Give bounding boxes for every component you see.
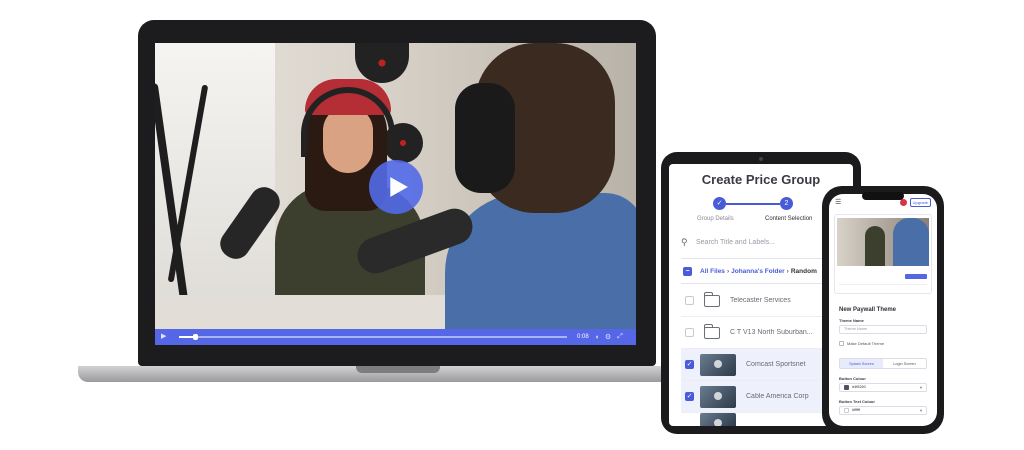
- row-label: Comcast Sportsnet: [746, 361, 806, 368]
- folder-icon: [703, 291, 720, 307]
- chevron-down-icon: ▼: [919, 385, 923, 390]
- button-colour-value: #4f5260: [852, 385, 866, 389]
- theme-name-input[interactable]: Theme Name: [839, 325, 927, 334]
- seek-handle[interactable]: [192, 334, 198, 340]
- breadcrumb-current: Random: [790, 267, 817, 275]
- row-checkbox[interactable]: [685, 328, 694, 337]
- breadcrumb-separator: ›: [786, 267, 789, 275]
- fullscreen-icon[interactable]: ⤢: [617, 333, 623, 341]
- play-icon[interactable]: ▶: [161, 333, 169, 341]
- device-mockup-stage: ▶ 0:08 ◖ ⚙ ⤢ Create Price Group ✓ 2 Grou…: [0, 0, 1024, 450]
- search-icon: ⚲: [681, 237, 688, 247]
- phone-notch: [862, 192, 904, 200]
- theme-name-label: Theme Name: [839, 318, 864, 323]
- step-2-indicator[interactable]: 2: [780, 197, 793, 210]
- hamburger-menu-icon[interactable]: ☰: [835, 198, 841, 206]
- button-colour-label: Button Colour: [839, 376, 866, 381]
- guest-headset: [455, 83, 515, 193]
- row-checkbox[interactable]: ✓: [685, 392, 694, 401]
- row-label: Telecaster Services: [730, 297, 791, 304]
- host-person-body: [865, 226, 885, 266]
- select-all-checkbox[interactable]: −: [683, 266, 692, 276]
- upgrade-button[interactable]: Upgrade: [909, 197, 931, 207]
- stepper-connector: [726, 203, 780, 205]
- step-1-label: Group Details: [697, 216, 734, 222]
- breadcrumb-folder[interactable]: Johanna's Folder: [731, 268, 785, 275]
- divider: [839, 284, 927, 285]
- button-colour-picker[interactable]: #4f5260 ▼: [839, 383, 927, 392]
- row-label: Cable America Corp: [746, 393, 809, 400]
- make-default-label: Make Default Theme: [847, 341, 885, 346]
- video-thumbnail: [700, 353, 736, 376]
- make-default-row[interactable]: Make Default Theme: [839, 341, 884, 346]
- video-thumbnail: [700, 385, 736, 408]
- video-time: 0:08: [577, 334, 589, 340]
- tablet-camera: [759, 157, 763, 161]
- video-thumbnail: [700, 413, 736, 426]
- video-control-bar: ▶ 0:08 ◖ ⚙ ⤢: [155, 329, 636, 345]
- preview-video[interactable]: [837, 218, 929, 266]
- section-title: New Paywall Theme: [839, 307, 897, 313]
- row-checkbox[interactable]: ✓: [685, 360, 694, 369]
- row-label: C T V13 North Suburban...: [730, 329, 813, 336]
- laptop-video-player[interactable]: ▶ 0:08 ◖ ⚙ ⤢: [155, 43, 636, 345]
- laptop-notch: [356, 366, 440, 373]
- play-icon: [390, 177, 408, 197]
- colour-swatch: [844, 385, 849, 390]
- make-default-checkbox[interactable]: [839, 341, 844, 346]
- step-1-check-icon[interactable]: ✓: [713, 197, 726, 210]
- stepper: ✓ 2: [713, 197, 833, 211]
- theme-screen-tabs: Splash Screen Login Screen: [839, 358, 927, 369]
- step-2-label: Content Selection: [765, 216, 813, 222]
- button-text-colour-label: Button Text Colour: [839, 399, 875, 404]
- play-button[interactable]: [369, 160, 423, 214]
- breadcrumb-separator: ›: [726, 267, 730, 275]
- volume-icon[interactable]: ◖: [595, 334, 599, 341]
- colour-swatch: [844, 408, 849, 413]
- folder-icon: [703, 323, 720, 339]
- theme-name-placeholder: Theme Name: [844, 327, 868, 331]
- chevron-down-icon: ▼: [919, 408, 923, 413]
- row-checkbox[interactable]: [685, 296, 694, 305]
- guest-person-body: [445, 193, 636, 345]
- phone-device: ☰ Upgrade New Paywall Theme Theme Name T…: [822, 186, 944, 434]
- search-placeholder: Search Title and Labels...: [696, 238, 775, 246]
- guest-person-body: [893, 218, 929, 266]
- button-text-colour-value: #ffffff: [852, 408, 861, 412]
- settings-icon[interactable]: ⚙: [605, 333, 611, 341]
- tab-login-screen[interactable]: Login Screen: [883, 359, 926, 368]
- seek-bar[interactable]: [179, 334, 567, 340]
- breadcrumb-root[interactable]: All Files: [700, 268, 725, 275]
- preview-button: [905, 274, 927, 279]
- tab-splash-screen[interactable]: Splash Screen: [840, 359, 883, 368]
- phone-screen: ☰ Upgrade New Paywall Theme Theme Name T…: [829, 194, 937, 426]
- button-text-colour-picker[interactable]: #ffffff ▼: [839, 406, 927, 415]
- page-title: Create Price Group: [701, 172, 821, 187]
